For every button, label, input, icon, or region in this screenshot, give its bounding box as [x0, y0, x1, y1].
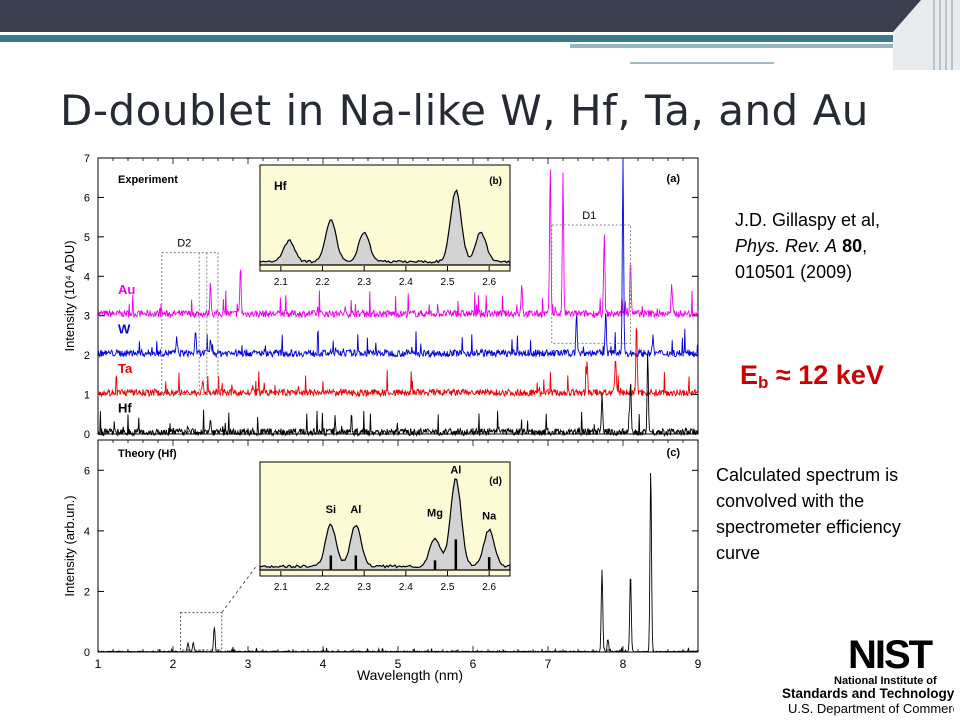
calculation-note: Calculated spectrum is convolved with th…	[716, 465, 901, 563]
panel-a-annotation: Experiment	[118, 174, 178, 186]
panel-c-xtick-label: 6	[470, 657, 477, 671]
panel-a-label: (a)	[667, 173, 681, 185]
inset-b-label: (b)	[489, 176, 502, 187]
panel-c-xtick-label: 2	[170, 657, 177, 671]
inset-d-xtick-label: 2.6	[482, 582, 496, 593]
panel-a-ytick-label: 4	[84, 271, 90, 283]
series-label-au: Au	[118, 282, 135, 297]
reference-journal: Phys. Rev. A	[735, 236, 838, 256]
energy-value: 12 keV	[798, 360, 884, 390]
inset-b-xtick-label: 2.2	[316, 277, 330, 288]
nist-mark: NIST	[848, 634, 933, 677]
d1-label: D1	[582, 210, 596, 222]
series-ta	[97, 328, 699, 398]
series-label-hf: Hf	[118, 400, 132, 415]
inset-d-xtick-label: 2.3	[357, 582, 371, 593]
inset-b-xtick-label: 2.3	[357, 277, 371, 288]
inset-d-frame	[259, 461, 511, 577]
inset-d-label: (d)	[489, 476, 502, 487]
panel-c-xtick-label: 4	[320, 657, 327, 671]
nist-line3: U.S. Department of Commerce	[788, 701, 954, 716]
spectrum-figure: 0123456702461 2 3 4 5 6 7 8 9Wavelength (nm)Inte…	[62, 153, 702, 683]
panel-c-xtick-label: 8	[620, 657, 627, 671]
inset-b-xtick-label: 2.1	[274, 277, 288, 288]
ion-label-mg: Mg	[427, 508, 443, 520]
panel-c-y-axis-label: Intensity (arb.un.)	[62, 495, 77, 596]
ion-label-si: Si	[326, 504, 336, 516]
ion-label-al: Al	[450, 464, 461, 476]
nist-logo: NIST National Institute of Standards and…	[782, 634, 954, 716]
panel-a-ytick-label: 5	[84, 232, 90, 244]
panel-c-ytick-label: 0	[84, 647, 90, 659]
accent-stripe-short	[630, 62, 774, 64]
energy-symbol: E	[740, 360, 759, 390]
panel-a-ytick-label: 0	[84, 429, 90, 441]
panel-c-ytick-label: 2	[84, 586, 90, 598]
panel-c-ytick-label: 6	[84, 465, 90, 477]
figure-content: 0123456702461 2 3 4 5 6 7 8 9Wavelength (nm)Inte…	[62, 153, 702, 683]
series-label-w: W	[118, 321, 131, 336]
panel-c-xtick-label: 7	[545, 657, 552, 671]
reference-pages: 010501 (2009)	[735, 262, 853, 282]
inset-b-xtick-label: 2.5	[441, 277, 455, 288]
reference-authors: J.D. Gillaspy et al,	[735, 210, 881, 230]
ion-label-na: Na	[482, 510, 497, 522]
ion-label-al: Al	[350, 504, 361, 516]
inset-d-xtick-label: 2.4	[399, 582, 413, 593]
binding-energy: Eb ≈ 12 keV	[740, 360, 884, 393]
d2-label: D2	[177, 238, 191, 250]
title-bar	[0, 0, 960, 32]
inset-b-xtick-label: 2.6	[482, 277, 496, 288]
reference-journal-line: Phys. Rev. A 80,	[735, 236, 868, 256]
zoom-connector	[221, 566, 256, 613]
panel-c-xtick-label: 9	[695, 657, 702, 671]
accent-stripe-thin	[570, 44, 893, 48]
nist-line2: Standards and Technology	[782, 686, 954, 701]
series-label-ta: Ta	[118, 361, 133, 376]
panel-a-ytick-label: 6	[84, 192, 90, 204]
panel-a-ytick-label: 2	[84, 350, 90, 362]
panel-a-y-axis-label: Intensity (10⁴ ADU)	[62, 240, 77, 351]
panel-c-ytick-label: 4	[84, 526, 90, 538]
energy-subscript: b	[758, 373, 769, 392]
panel-c-xtick-label: 3	[245, 657, 252, 671]
panel-a-ytick-label: 7	[84, 153, 90, 165]
x-axis-label: Wavelength (nm)	[357, 667, 463, 683]
inset-d-xtick-label: 2.1	[274, 582, 288, 593]
inset-b-xtick-label: 2.4	[399, 277, 413, 288]
panel-c-xtick-label: 1	[95, 657, 102, 671]
inset-b-annotation: Hf	[274, 179, 288, 193]
panel-c-annotation: Theory (Hf)	[118, 448, 177, 460]
panel-c-label: (c)	[667, 447, 681, 459]
d2-box	[161, 252, 219, 396]
inset-d-xtick-label: 2.2	[316, 582, 330, 593]
panel-a-ytick-label: 1	[84, 390, 90, 402]
energy-approx: ≈	[775, 360, 791, 390]
inset-d-xtick-label: 2.5	[441, 582, 455, 593]
corner-decoration	[893, 0, 960, 70]
accent-stripe	[0, 35, 893, 42]
reference-volume: 80	[842, 236, 863, 256]
reference: J.D. Gillaspy et al, Phys. Rev. A 80, 01…	[735, 207, 880, 285]
panel-a-ytick-label: 3	[84, 311, 90, 323]
slide-title: D-doublet in Na-like W, Hf, Ta, and Au	[60, 86, 869, 135]
